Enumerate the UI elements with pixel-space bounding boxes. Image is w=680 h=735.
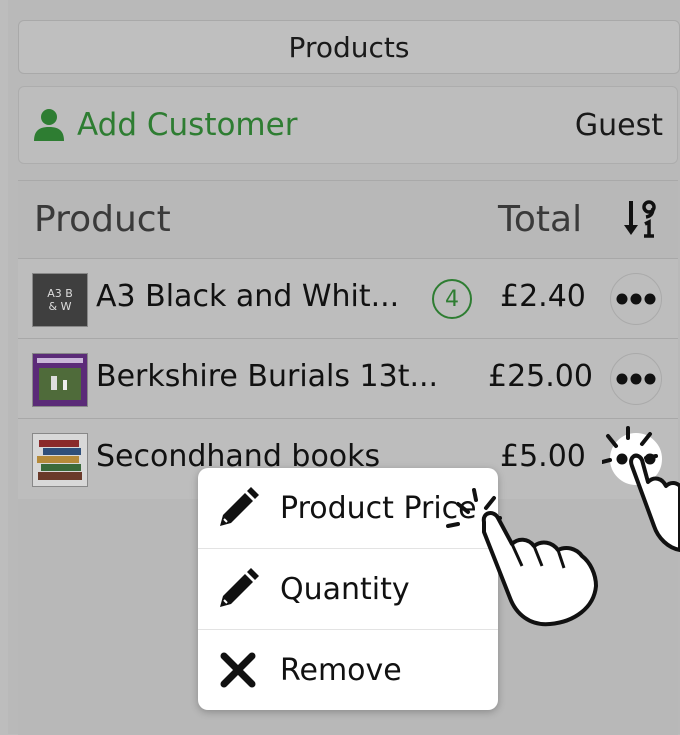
product-name: Berkshire Burials 13t... <box>96 359 439 394</box>
product-total: £25.00 <box>488 359 593 394</box>
menu-item-remove[interactable]: Remove <box>198 629 498 710</box>
sort-numeric-icon[interactable] <box>622 199 658 239</box>
book-cover-image <box>33 354 87 406</box>
products-title-bar[interactable]: Products <box>18 20 680 74</box>
ellipsis-icon <box>616 373 656 385</box>
add-customer-label: Add Customer <box>77 107 298 143</box>
menu-item-product-price[interactable]: Product Price <box>198 468 498 548</box>
product-total: £5.00 <box>500 439 586 474</box>
book-stack-image <box>33 434 87 486</box>
ellipsis-icon <box>616 293 656 305</box>
product-name: A3 Black and Whit... <box>96 279 400 314</box>
product-thumbnail <box>32 433 88 487</box>
current-customer[interactable]: Guest <box>575 108 663 143</box>
table-row[interactable]: A3 B & W A3 Black and Whit... 4 £2.40 <box>18 258 678 339</box>
pencil-icon <box>220 568 259 607</box>
person-icon <box>34 109 64 141</box>
close-icon <box>220 652 256 688</box>
product-list-header: Product Total <box>18 181 678 257</box>
column-header-product: Product <box>34 198 171 240</box>
ellipsis-icon <box>616 453 656 465</box>
context-menu: Product Price Quantity Remove <box>198 468 498 710</box>
pencil-icon <box>220 487 259 526</box>
page-title: Products <box>288 30 410 64</box>
product-thumbnail: A3 B & W <box>32 273 88 327</box>
menu-item-label: Quantity <box>280 571 410 607</box>
menu-item-label: Product Price <box>280 490 477 526</box>
add-customer-button[interactable]: Add Customer <box>33 107 297 143</box>
product-thumbnail <box>32 353 88 407</box>
column-header-total: Total <box>498 198 583 240</box>
more-options-button[interactable] <box>610 273 662 325</box>
quantity-badge: 4 <box>432 279 472 319</box>
thumbnail-caption: A3 B & W <box>47 287 73 313</box>
more-options-button[interactable] <box>610 353 662 405</box>
table-row[interactable]: Berkshire Burials 13t... £25.00 <box>18 338 678 419</box>
menu-item-label: Remove <box>280 652 402 688</box>
more-options-button[interactable] <box>610 433 662 485</box>
product-total: £2.40 <box>500 279 586 314</box>
customer-bar: Add Customer Guest <box>18 86 678 164</box>
menu-item-quantity[interactable]: Quantity <box>198 548 498 629</box>
